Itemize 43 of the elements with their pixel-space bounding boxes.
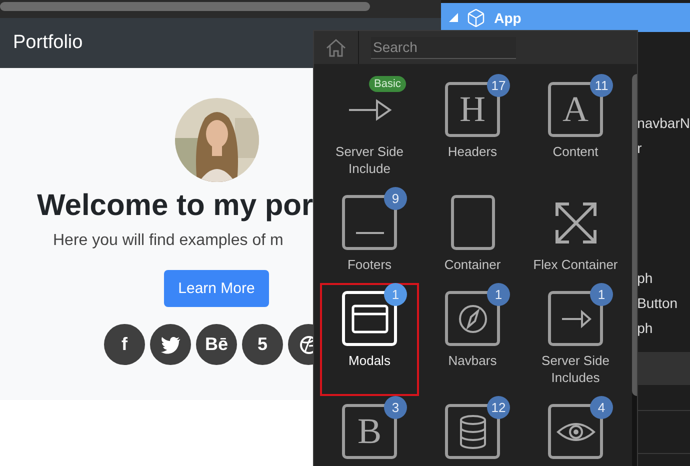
component-tile[interactable]: 12 bbox=[423, 396, 522, 466]
bird-icon[interactable] bbox=[150, 324, 191, 365]
component-tile[interactable]: 1 Modals bbox=[320, 283, 419, 396]
component-tile[interactable]: Container bbox=[423, 187, 522, 283]
tree-label: ph bbox=[637, 270, 654, 288]
hero-heading: Welcome to my por bbox=[37, 188, 314, 224]
arrow-icon bbox=[346, 98, 392, 122]
brand-title[interactable]: Portfolio bbox=[13, 32, 83, 54]
scrollbar-thumb[interactable] bbox=[0, 2, 370, 11]
component-tile[interactable]: B 3 bbox=[320, 396, 419, 466]
social-link[interactable]: 5 bbox=[242, 324, 283, 365]
component-tile[interactable]: Flex Container bbox=[526, 187, 625, 283]
component-tile[interactable]: H 17 Headers bbox=[423, 74, 522, 187]
count-badge: 4 bbox=[590, 396, 613, 419]
count-badge: 1 bbox=[384, 283, 407, 306]
count-badge: 1 bbox=[487, 283, 510, 306]
tree-label: r bbox=[637, 140, 643, 158]
component-tile[interactable]: 1 Navbars bbox=[423, 283, 522, 396]
search-field[interactable]: Search bbox=[371, 36, 516, 58]
count-badge: 9 bbox=[384, 187, 407, 210]
learn-more-button[interactable]: Learn More bbox=[164, 270, 269, 307]
cube-icon bbox=[466, 8, 486, 28]
component-tile[interactable]: 1 Server Side Includes bbox=[526, 283, 625, 396]
tree-label: Button bbox=[637, 295, 679, 313]
component-tile[interactable]: A 11 Content bbox=[526, 74, 625, 187]
component-tile[interactable]: Basic Server Side Include bbox=[320, 74, 419, 187]
count-badge: 12 bbox=[487, 396, 510, 419]
hero-subtitle: Here you will find examples of m bbox=[53, 232, 284, 250]
component-tile[interactable]: 9 Footers bbox=[320, 187, 419, 283]
square-icon bbox=[450, 195, 494, 250]
tree-label: ph bbox=[637, 320, 654, 338]
count-badge: 17 bbox=[487, 74, 510, 97]
home-icon bbox=[325, 38, 347, 58]
count-badge: 1 bbox=[590, 283, 613, 306]
tag-badge: Basic bbox=[369, 76, 406, 92]
expand-icon bbox=[552, 200, 598, 246]
component-tile[interactable]: 4 bbox=[526, 396, 625, 466]
count-badge: 11 bbox=[590, 74, 613, 97]
social-link[interactable]: Bē bbox=[196, 324, 237, 365]
tree-label: navbarN bbox=[637, 115, 690, 133]
count-badge: 3 bbox=[384, 396, 407, 419]
expand-arrow-icon[interactable] bbox=[449, 13, 458, 22]
social-link[interactable]: f bbox=[104, 324, 145, 365]
